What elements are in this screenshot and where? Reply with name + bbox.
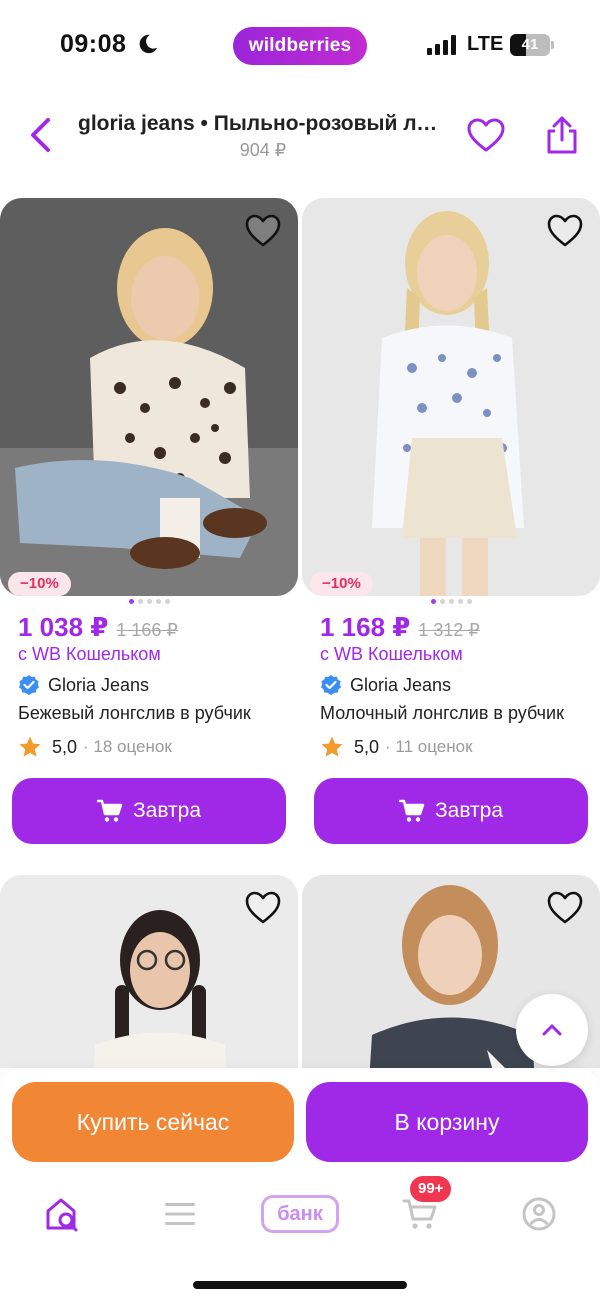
wallet-note: с WB Кошельком xyxy=(18,644,161,664)
tab-home[interactable] xyxy=(32,1184,92,1244)
product-image[interactable]: −10% xyxy=(302,198,600,596)
battery-level: 41 xyxy=(521,36,539,53)
cart-count-badge: 99+ xyxy=(410,1176,452,1202)
price-current: 1 168 ₽ xyxy=(320,612,411,642)
review-count: · 11 оценок xyxy=(385,737,473,756)
tab-catalog[interactable] xyxy=(150,1184,210,1244)
product-header: gloria jeans • Пыльно-розовый лонгслив 9… xyxy=(0,100,600,170)
brand-name: Gloria Jeans xyxy=(350,674,452,695)
verified-icon xyxy=(19,675,39,695)
network-type: LTE xyxy=(467,33,504,55)
chevron-up-icon xyxy=(542,1024,562,1036)
star-icon xyxy=(321,736,343,757)
buy-now-button[interactable]: Купить сейчас xyxy=(12,1082,294,1162)
app-badge[interactable]: wildberries xyxy=(233,27,367,65)
wallet-note: с WB Кошельком xyxy=(320,644,463,664)
add-to-cart-main-button[interactable]: В корзину xyxy=(306,1082,588,1162)
product-name: Бежевый лонгслив в рубчик xyxy=(18,703,251,723)
status-time: 09:08 xyxy=(60,30,127,58)
price-row: 1 038 ₽ 1 166 ₽ xyxy=(18,612,178,643)
scroll-top-button[interactable] xyxy=(516,994,588,1066)
cart-icon xyxy=(398,799,425,822)
product-grid: −10% 1 038 ₽ 1 166 ₽ с WB Кошельком Glor… xyxy=(0,198,600,1068)
star-icon xyxy=(19,736,41,757)
signal-icon xyxy=(427,35,456,55)
price-row: 1 168 ₽ 1 312 ₽ xyxy=(320,612,480,643)
image-pagination xyxy=(0,599,298,604)
heart-icon[interactable] xyxy=(244,890,282,926)
rating-row: 5,0 · 11 оценок xyxy=(320,735,473,759)
brand-name: Gloria Jeans xyxy=(48,674,150,695)
product-card[interactable]: −10% 1 168 ₽ 1 312 ₽ с WB Кошельком Glor… xyxy=(302,198,600,858)
bank-label: банк xyxy=(261,1195,339,1233)
rating-value: 5,0 xyxy=(52,736,78,757)
image-pagination xyxy=(302,599,600,604)
product-photo xyxy=(0,198,298,596)
discount-badge: −10% xyxy=(8,572,71,596)
brand-row: Gloria Jeans xyxy=(18,674,149,696)
product-card[interactable] xyxy=(0,875,298,1068)
product-photo xyxy=(302,198,600,596)
discount-badge: −10% xyxy=(310,572,373,596)
menu-icon xyxy=(165,1203,195,1225)
add-to-cart-button[interactable]: Завтра xyxy=(314,778,588,844)
price-current: 1 038 ₽ xyxy=(18,612,109,642)
add-to-cart-button[interactable]: Завтра xyxy=(12,778,286,844)
profile-icon xyxy=(522,1197,556,1231)
bottom-panel: Купить сейчас В корзину банк 99+ xyxy=(0,1068,600,1300)
verified-icon xyxy=(321,675,341,695)
heart-icon[interactable] xyxy=(244,213,282,249)
page-title: gloria jeans • Пыльно-розовый лонгслив xyxy=(78,112,448,135)
product-card[interactable]: −10% 1 038 ₽ 1 166 ₽ с WB Кошельком Glor… xyxy=(0,198,298,858)
brand-row: Gloria Jeans xyxy=(320,674,451,696)
cart-icon xyxy=(96,799,123,822)
home-search-icon xyxy=(46,1198,78,1232)
product-image[interactable]: −10% xyxy=(0,198,298,596)
share-icon[interactable] xyxy=(543,114,581,156)
home-indicator xyxy=(193,1281,407,1289)
price-old: 1 312 ₽ xyxy=(418,620,480,640)
cart-icon xyxy=(402,1199,437,1229)
tab-profile[interactable] xyxy=(509,1184,569,1244)
price-old: 1 166 ₽ xyxy=(116,620,178,640)
moon-icon xyxy=(139,34,158,54)
back-button[interactable] xyxy=(22,114,58,156)
rating-value: 5,0 xyxy=(354,736,380,757)
back-arrow-icon xyxy=(31,118,50,152)
header-price: 904 ₽ xyxy=(239,140,287,160)
status-bar: 09:08 wildberries LTE 41 xyxy=(0,0,600,92)
battery-icon: 41 xyxy=(510,34,554,56)
heart-icon[interactable] xyxy=(546,890,584,926)
review-count: · 18 оценок xyxy=(83,737,172,756)
tab-bar: банк 99+ xyxy=(0,1176,600,1244)
cart-button-label: Завтра xyxy=(132,799,202,822)
rating-row: 5,0 · 18 оценок xyxy=(18,735,172,759)
product-image[interactable] xyxy=(0,875,298,1068)
tab-bank[interactable]: банк xyxy=(260,1184,340,1244)
heart-icon[interactable] xyxy=(546,213,584,249)
favorite-button[interactable] xyxy=(466,116,506,156)
product-name: Молочный лонгслив в рубчик xyxy=(320,703,564,723)
cart-button-label: Завтра xyxy=(434,799,504,822)
